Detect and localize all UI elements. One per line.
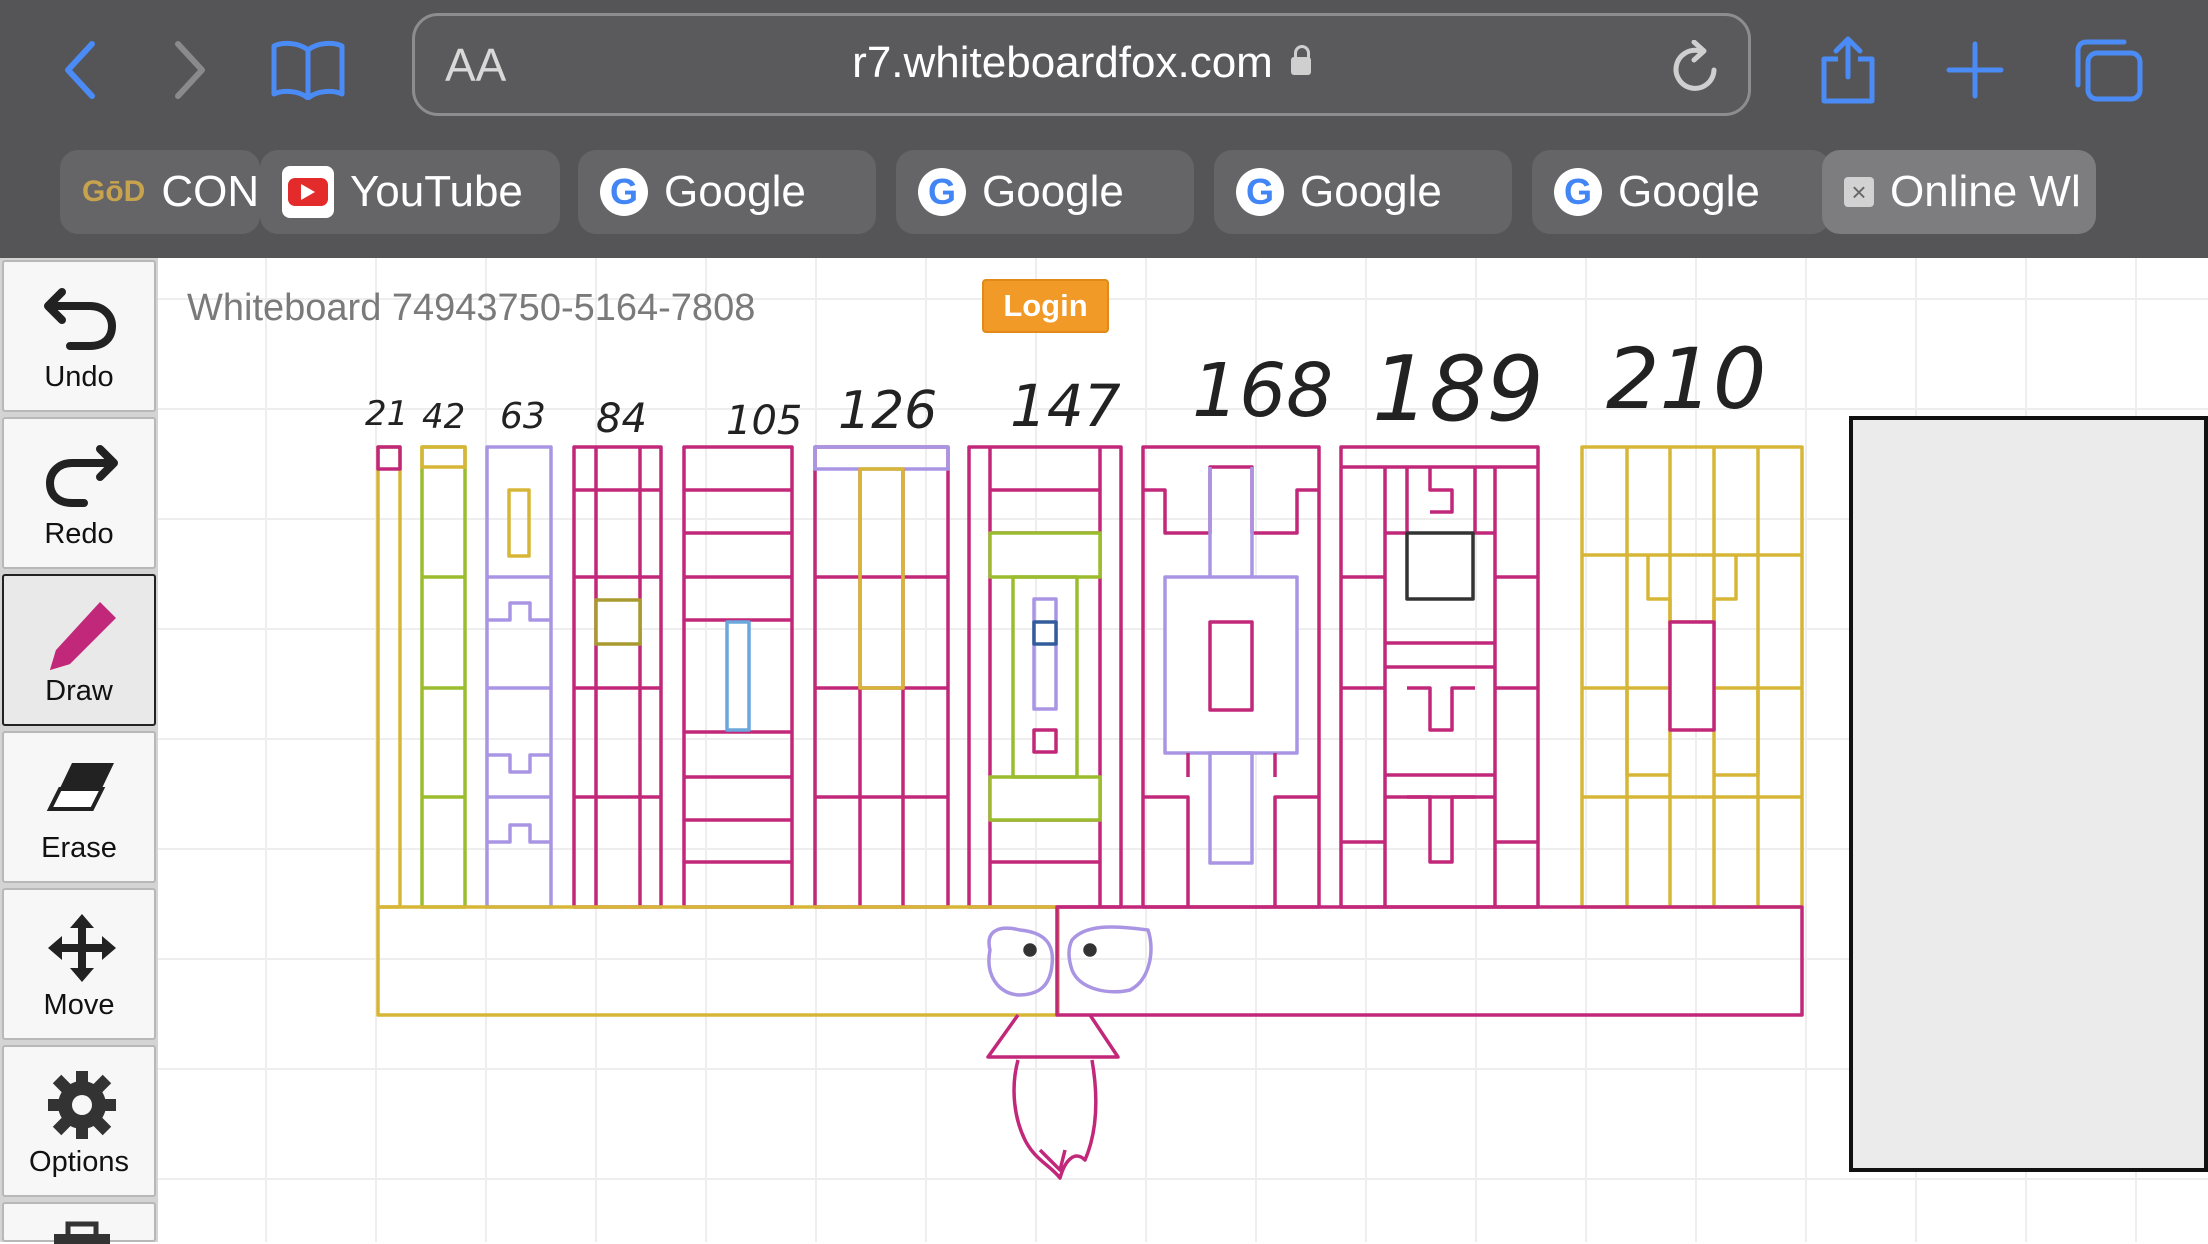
column-label: 147 bbox=[1010, 372, 1121, 440]
erase-label: Erase bbox=[41, 832, 117, 864]
share-button[interactable] bbox=[1808, 30, 1888, 110]
tab-label: CON bbox=[161, 167, 260, 216]
redo-button[interactable]: Redo bbox=[2, 417, 156, 569]
side-panel bbox=[1849, 416, 2208, 1172]
reload-button[interactable] bbox=[1670, 39, 1722, 101]
plus-icon bbox=[1946, 41, 2004, 99]
options-label: Options bbox=[29, 1146, 129, 1178]
column-label: 168 bbox=[1192, 348, 1333, 434]
tab-google-3[interactable]: G Google bbox=[1214, 150, 1512, 234]
column-84 bbox=[572, 445, 663, 909]
column-label: 105 bbox=[726, 398, 802, 444]
column-126 bbox=[813, 445, 950, 909]
share-icon bbox=[1821, 36, 1875, 104]
address-bar[interactable]: AA r7.whiteboardfox.com bbox=[412, 13, 1751, 116]
face-doodle bbox=[987, 925, 1153, 997]
torch-doodle bbox=[986, 1013, 1120, 1180]
options-button[interactable]: Options bbox=[2, 1045, 156, 1197]
close-tab-icon[interactable]: × bbox=[1844, 177, 1874, 207]
reload-icon bbox=[1673, 39, 1717, 91]
gear-icon bbox=[48, 1071, 116, 1139]
tab-label: Google bbox=[1300, 167, 1442, 216]
tab-label: Google bbox=[664, 167, 806, 216]
goldline-logo-icon: GōD bbox=[82, 175, 146, 208]
tab-label: Google bbox=[982, 167, 1124, 216]
column-label: 21 bbox=[365, 394, 408, 434]
tab-online-whiteboard[interactable]: × Online Wl bbox=[1822, 150, 2096, 234]
column-label: 210 bbox=[1606, 330, 1766, 428]
tab-google-1[interactable]: G Google bbox=[578, 150, 876, 234]
tab-label: Online Wl bbox=[1890, 167, 2081, 216]
move-label: Move bbox=[43, 989, 115, 1021]
toolbox-icon bbox=[54, 1221, 110, 1244]
column-label: 84 bbox=[596, 396, 647, 442]
whiteboard-toolbar: Undo Redo Draw Erase Move Options bbox=[0, 258, 158, 1244]
column-189 bbox=[1339, 445, 1540, 909]
google-icon: G bbox=[918, 168, 966, 216]
column-63 bbox=[485, 445, 553, 909]
column-42 bbox=[420, 445, 467, 909]
undo-button[interactable]: Undo bbox=[2, 260, 156, 412]
chevron-right-icon bbox=[175, 41, 205, 99]
chevron-left-icon bbox=[65, 41, 95, 99]
google-icon: G bbox=[1554, 168, 1602, 216]
column-label: 189 bbox=[1372, 337, 1544, 442]
bookmarks-button[interactable] bbox=[268, 30, 348, 110]
tab-google-2[interactable]: G Google bbox=[896, 150, 1194, 234]
redo-icon bbox=[45, 445, 118, 507]
google-icon: G bbox=[1236, 168, 1284, 216]
more-tools-button[interactable] bbox=[2, 1202, 156, 1244]
tab-youtube[interactable]: YouTube bbox=[260, 150, 560, 234]
undo-label: Undo bbox=[44, 361, 114, 393]
bottom-bar-right bbox=[1055, 905, 1804, 1017]
column-147 bbox=[967, 445, 1123, 909]
tabs-overview-button[interactable] bbox=[2068, 30, 2148, 110]
google-icon: G bbox=[600, 168, 648, 216]
tab-con[interactable]: GōD CON bbox=[60, 150, 260, 234]
tab-google-4[interactable]: G Google bbox=[1532, 150, 1830, 234]
column-label: 63 bbox=[500, 396, 546, 437]
erase-button[interactable]: Erase bbox=[2, 731, 156, 883]
tabs-icon bbox=[2075, 39, 2143, 102]
tab-label: Google bbox=[1618, 167, 1760, 216]
redo-label: Redo bbox=[44, 518, 114, 550]
back-button[interactable] bbox=[40, 30, 120, 110]
move-icon bbox=[48, 914, 116, 982]
book-icon bbox=[271, 40, 345, 100]
column-21 bbox=[376, 445, 402, 909]
undo-icon bbox=[44, 288, 117, 350]
tab-label: YouTube bbox=[350, 167, 523, 216]
column-label: 126 bbox=[838, 381, 937, 441]
lock-icon bbox=[1290, 45, 1311, 75]
pencil-icon bbox=[50, 602, 116, 670]
column-label: 42 bbox=[422, 397, 465, 437]
youtube-icon bbox=[282, 166, 334, 218]
forward-button[interactable] bbox=[150, 30, 230, 110]
eraser-icon bbox=[46, 763, 114, 811]
browser-toolbar: AA r7.whiteboardfox.com GōD CON YouTube … bbox=[0, 0, 2208, 258]
draw-button[interactable]: Draw bbox=[2, 574, 156, 726]
bottom-bar-left bbox=[376, 905, 1060, 1017]
draw-label: Draw bbox=[45, 675, 113, 707]
url-text: r7.whiteboardfox.com bbox=[415, 38, 1748, 88]
move-button[interactable]: Move bbox=[2, 888, 156, 1040]
new-tab-button[interactable] bbox=[1935, 30, 2015, 110]
